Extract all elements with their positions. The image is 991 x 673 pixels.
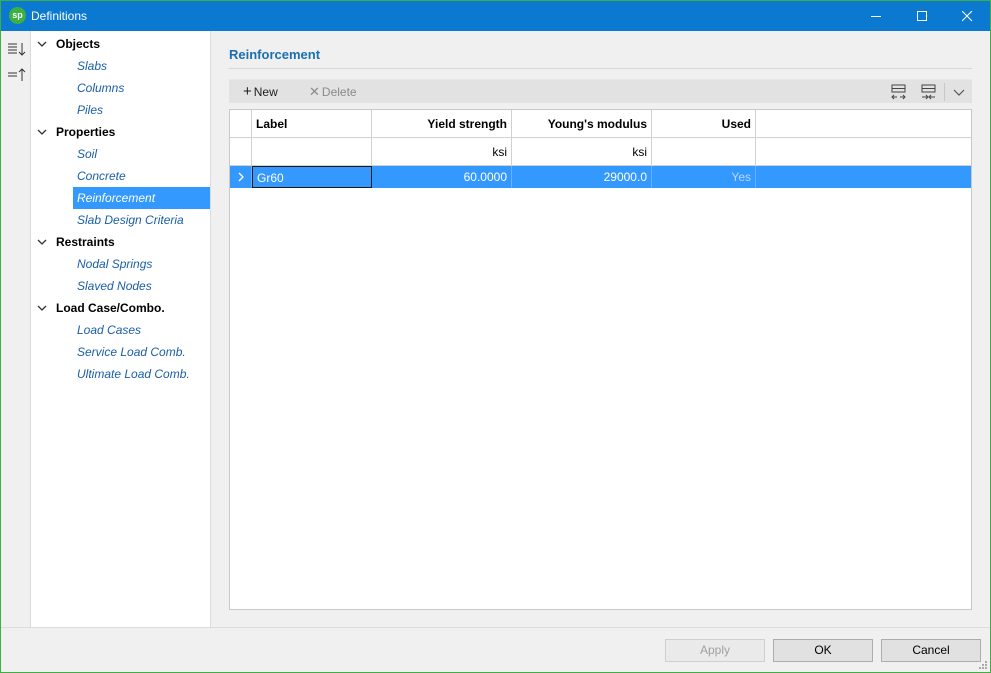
fit-columns-icon [891,84,906,100]
collapse-all-icon [8,68,26,81]
window-title: Definitions [31,9,88,23]
fit-columns-button[interactable] [889,83,909,101]
chevron-down-icon[interactable] [37,297,49,319]
tree-group-label: Properties [56,125,116,139]
tree-group-label: Objects [56,37,101,51]
divider [229,68,972,69]
delete-icon: ✕ [309,84,320,99]
toolbar-separator [944,83,945,101]
expand-all-button[interactable] [5,39,27,59]
chevron-down-icon[interactable] [37,33,49,55]
unit-youngs-modulus: ksi [512,138,652,166]
row-selector[interactable] [230,166,252,188]
cell-yield-strength[interactable]: 60.0000 [372,166,512,188]
tree-item-reinforcement[interactable]: Reinforcement [73,187,210,209]
unit-label [252,138,372,166]
expand-all-icon [8,43,26,56]
tree-item-ultimate-load-comb[interactable]: Ultimate Load Comb. [73,363,210,385]
new-button-label: New [253,85,278,99]
tree-tools-strip [1,31,31,627]
tree-item-service-load-comb[interactable]: Service Load Comb. [73,341,210,363]
column-header-filler [756,110,971,138]
tree-group-properties[interactable]: Properties [31,121,210,143]
main-panel: Reinforcement + New ✕ Delete Label Yield… [211,31,990,627]
ok-button[interactable]: OK [773,639,873,662]
tree-group-objects[interactable]: Objects [31,33,210,55]
new-button[interactable]: + New [243,80,278,104]
units-row-header [230,138,252,166]
cell-used: Yes [652,166,756,188]
tree-item-slabs[interactable]: Slabs [73,55,210,77]
maximize-button[interactable] [899,1,945,31]
maximize-icon [917,11,927,21]
tree-item-piles[interactable]: Piles [73,99,210,121]
tree-item-columns[interactable]: Columns [73,77,210,99]
tree-item-load-cases[interactable]: Load Cases [73,319,210,341]
cell-youngs-modulus[interactable]: 29000.0 [512,166,652,188]
plus-icon: + [243,83,252,100]
column-header-youngs-modulus[interactable]: Young's modulus [512,110,652,138]
grid-toolbar: + New ✕ Delete [229,79,972,103]
chevron-down-icon[interactable] [37,121,49,143]
tree-group-label: Load Case/Combo. [56,301,165,315]
delete-button[interactable]: ✕ Delete [309,80,357,104]
close-icon [962,11,973,22]
resize-grip-icon[interactable] [978,660,988,670]
apply-button[interactable]: Apply [665,639,765,662]
cell-filler [756,166,971,188]
column-header-used[interactable]: Used [652,110,756,138]
chevron-down-icon[interactable] [37,231,49,253]
collapse-all-button[interactable] [5,65,27,85]
delete-button-label: Delete [321,85,357,99]
tree-item-slab-design-criteria[interactable]: Slab Design Criteria [73,209,210,231]
expand-columns-icon [921,84,936,100]
tree-item-concrete[interactable]: Concrete [73,165,210,187]
unit-filler [756,138,971,166]
minimize-button[interactable] [853,1,899,31]
dialog-button-bar: Apply OK Cancel [1,627,990,672]
expand-columns-button[interactable] [919,83,939,101]
cancel-button[interactable]: Cancel [881,639,981,662]
close-button[interactable] [944,1,990,31]
reinforcement-grid[interactable]: Label Yield strength Young's modulus Use… [229,109,972,610]
section-title: Reinforcement [229,47,321,62]
unit-yield-strength: ksi [372,138,512,166]
title-bar[interactable]: sp Definitions [1,1,990,31]
definitions-tree: Objects Slabs Columns Piles Properties S… [31,31,211,627]
tree-item-nodal-springs[interactable]: Nodal Springs [73,253,210,275]
chevron-down-icon [953,89,965,96]
row-header-corner [230,110,252,138]
chevron-right-icon [238,172,244,182]
app-logo-icon: sp [9,7,26,24]
column-header-yield-strength[interactable]: Yield strength [372,110,512,138]
tree-item-soil[interactable]: Soil [73,143,210,165]
tree-item-slaved-nodes[interactable]: Slaved Nodes [73,275,210,297]
toolbar-overflow-button[interactable] [951,84,967,100]
column-header-label[interactable]: Label [252,110,372,138]
tree-group-restraints[interactable]: Restraints [31,231,210,253]
unit-used [652,138,756,166]
definitions-window: sp Definitions Objects Slabs Columns Pil… [0,0,991,673]
tree-group-label: Restraints [56,235,115,249]
tree-group-load-case-combo[interactable]: Load Case/Combo. [31,297,210,319]
cell-label[interactable]: Gr60 [252,166,372,188]
minimize-icon [871,16,881,17]
